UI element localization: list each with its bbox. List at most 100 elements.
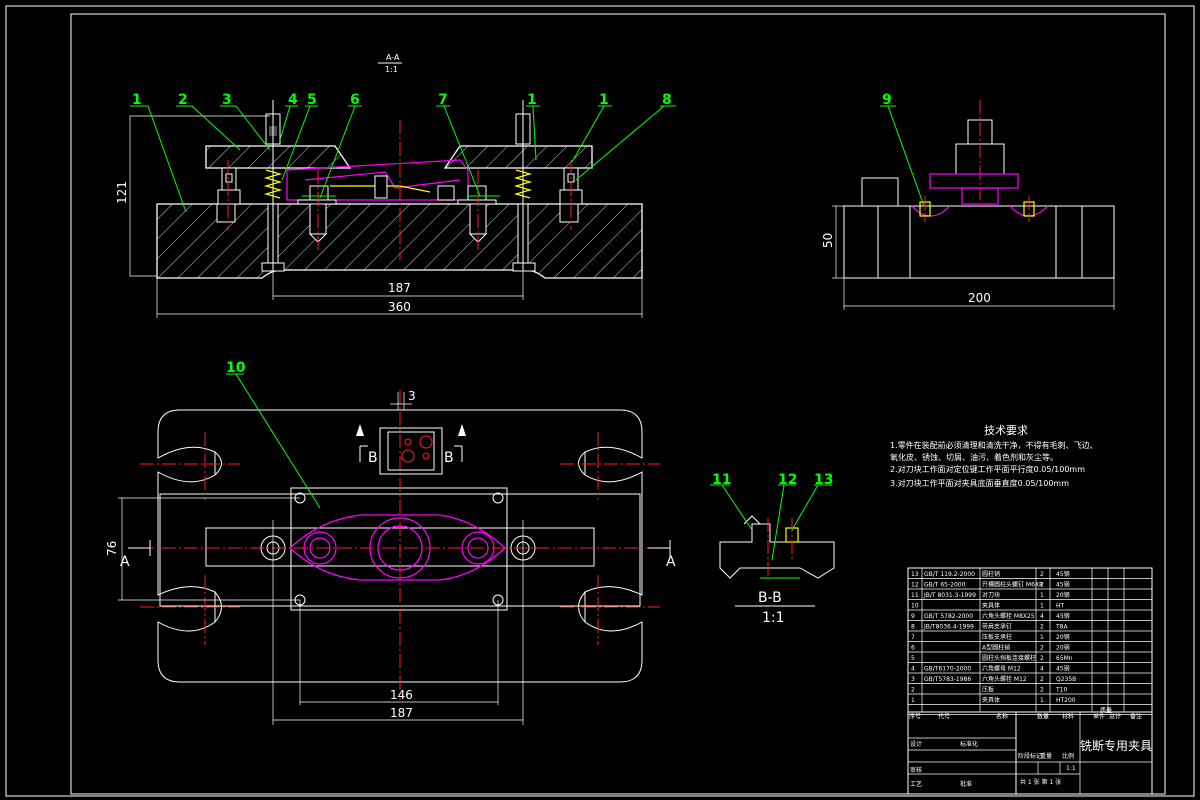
bom-cell-name: 压板 [982,686,994,694]
sheet-text: 共 1 张 第 1 张 [1020,778,1061,786]
callout-13: 13 [814,472,833,488]
bom-cell-material: Q235B [1056,676,1076,683]
bom-row: 12 GB/T 65-2000 开槽圆柱头螺钉 M6X82 45钢 [908,581,1152,590]
section-mark-a-right: A [666,554,676,570]
callout-1a: 1 [132,92,142,108]
cad-drawing-canvas: A-A 1:1 121 187 360 1 2 3 4 5 6 7 1 1 8 … [5,5,1195,797]
bom-cell-name: 六角头螺栓 M12 [982,675,1027,683]
side-base [843,205,1115,279]
bom-cell-qty: 2 [1040,655,1044,662]
design-label: 设计 [910,740,922,748]
scale-label: 阶段标记 [1018,752,1042,760]
dim-depth-76: 76 [105,541,119,556]
bb-body [719,523,835,579]
bom-cell-code: JB/T 8031.3-1999 [923,592,976,599]
title-block: 铣断专用夹具 阶段标记 重量 比例 1:1 共 1 张 第 1 张 设计 审核 … [908,711,1152,794]
bom-cell-qty: 2 [1040,645,1044,652]
bom-cell-material: T8A [1055,624,1068,631]
callout-8: 8 [662,92,672,108]
bom-row: 3 GB/T5783-1986 六角头螺栓 M12 2 Q235B [908,675,1152,684]
bom-cell-no: 11 [911,592,919,599]
front-section-view: A-A 1:1 121 187 360 1 2 3 4 5 6 7 1 1 8 [115,53,676,318]
bom-row: 9 GB/T 5782-2000 六角头螺栓 M8X25 4 45钢 [908,612,1152,621]
bom-header-no: 序号 [909,713,921,721]
callout-7: 7 [438,92,448,108]
bom-cell-no: 9 [911,613,915,620]
bom-row: 10 夹具体 1 HT [908,602,1152,611]
bom-cell-name: 圆柱头挡板连接螺柱 [982,654,1036,662]
bom-row: 8 JB/T8036.4-1999 带肩支承钉 2 T8A [908,623,1152,632]
bom-cell-no: 10 [911,603,919,610]
callout-9: 9 [882,92,892,108]
callout-1b: 1 [527,92,537,108]
bom-cell-code: GB/T 5782-2000 [924,613,973,620]
view-aa-scale: 1:1 [385,65,398,74]
bom-cell-name: 开槽圆柱头螺钉 M6X8 [982,581,1043,589]
tech-line-1: 1.零件在装配前必须清理和清洗干净，不得有毛刺、飞边、 [890,440,1098,450]
callout-4: 4 [288,92,298,108]
dim-span-146: 146 [390,688,413,702]
bom-cell-material: 45钢 [1056,570,1070,578]
bom-header-qty: 数量 [1037,713,1049,721]
process-label: 工艺 [910,780,922,788]
bom-cell-material: 45钢 [1056,665,1070,673]
callout-6: 6 [350,92,360,108]
callout-3: 3 [222,92,232,108]
bom-header-remark: 备注 [1130,713,1142,721]
tech-requirements: 技术要求 1.零件在装配前必须清理和清洗干净，不得有毛刺、飞边、 氧化皮、锈蚀、… [890,424,1098,488]
bom-cell-code: GB/T 65-2000 [924,582,966,589]
dim-length-360: 360 [388,300,411,314]
bom-cell-name: 夹具体 [982,696,1000,704]
bom-row: 6 A型圆柱销 2 20钢 [908,644,1152,653]
bom-cell-name: A型圆柱销 [982,644,1010,652]
bom-cell-qty: 2 [1040,582,1044,589]
std-label: 标准化 [960,740,978,748]
bom-cell-name: 六角螺母 M12 [982,665,1021,673]
bom-cell-material: 20钢 [1056,633,1070,641]
bom-row: 4 GB/T6170-2000 六角螺母 M12 4 45钢 [908,665,1152,674]
bom-row: 11 JB/T 8031.3-1999 对刀块 1 20钢 [908,591,1152,600]
bom-cell-no: 12 [911,582,919,589]
bom-cell-name: 对刀块 [982,591,1000,599]
dim-height-50: 50 [821,233,835,248]
section-mark-b-left: B [368,450,378,466]
bom-cell-no: 1 [911,697,915,704]
bom-cell-code: JB/T8036.4-1999 [923,624,974,631]
bom-cell-qty: 1 [1040,634,1044,641]
callout-11: 11 [712,472,731,488]
bom-header-name: 名称 [996,713,1008,721]
bom-table: 13 GB/T 119.2-2000 圆柱销 2 45钢12 GB/T 65-2000 开槽… [907,567,1153,795]
review-label: 审核 [910,766,922,774]
dim-width-200: 200 [968,291,991,305]
tech-line-3: 2.对刀块工作面对定位键工作平面平行度0.05/100mm [890,464,1085,474]
callout-2: 2 [178,92,188,108]
section-mark-a-left: A [120,554,130,570]
bom-cell-qty: 2 [1040,571,1044,578]
bom-header-material: 材料 [1062,713,1074,721]
bom-cell-name: 圆柱销 [982,570,1000,578]
callout-10: 10 [226,360,246,376]
bom-cell-name: 夹具体 [982,602,1000,610]
bom-header-code: 代号 [938,713,950,721]
bom-cell-material: 45钢 [1056,612,1070,620]
weight-label: 重量 [1040,752,1052,760]
bom-cell-material: 20钢 [1056,591,1070,599]
bom-row: 1 夹具体 1 HT200 [908,696,1152,705]
bom-cell-qty: 4 [1040,666,1044,673]
bom-cell-no: 2 [911,687,915,694]
dim-offset-3: 3 [408,389,416,403]
bom-cell-name: 带肩支承钉 [982,623,1012,631]
view-bb-scale: 1:1 [762,610,785,626]
bom-cell-qty: 2 [1040,687,1044,694]
bom-cell-material: 45钢 [1056,581,1070,589]
bom-cell-material: HT [1056,603,1065,610]
ratio-label: 比例 [1062,752,1074,760]
bom-cell-no: 4 [911,666,915,673]
bom-cell-qty: 1 [1040,603,1044,610]
dim-span-187-front: 187 [388,281,411,295]
bom-cell-material: HT200 [1056,697,1076,704]
section-mark-b-right: B [444,450,454,466]
bom-cell-no: 6 [911,645,915,652]
bom-cell-material: 20钢 [1056,644,1070,652]
bom-row: 7 压板支承柱 1 20钢 [908,633,1152,642]
